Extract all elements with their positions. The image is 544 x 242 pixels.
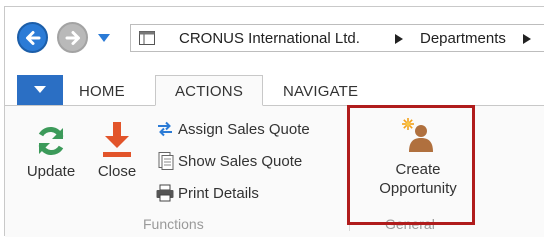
assign-sales-quote-label: Assign Sales Quote	[178, 120, 310, 138]
chevron-down-icon	[34, 86, 46, 93]
group-label-functions: Functions	[143, 216, 204, 232]
tab-actions[interactable]: ACTIONS	[155, 75, 263, 106]
ribbon-tabs: HOME ACTIONS NAVIGATE	[5, 63, 544, 106]
printer-icon	[156, 184, 174, 202]
tab-home[interactable]: HOME	[79, 83, 125, 100]
triangle-right-icon	[395, 34, 403, 44]
tab-navigate[interactable]: NAVIGATE	[283, 83, 358, 100]
close-button[interactable]: Close	[93, 118, 141, 180]
forward-button[interactable]	[57, 22, 88, 53]
address-toolbar: CRONUS International Ltd. Departments	[5, 7, 544, 63]
app-menu-button[interactable]	[17, 75, 63, 105]
assign-sales-quote-button[interactable]: Assign Sales Quote	[155, 118, 310, 140]
triangle-right-icon	[523, 34, 531, 44]
update-label: Update	[26, 163, 76, 180]
show-sales-quote-label: Show Sales Quote	[178, 152, 303, 170]
refresh-icon	[38, 127, 64, 155]
breadcrumb-item-departments[interactable]: Departments	[420, 30, 506, 47]
history-dropdown[interactable]	[96, 31, 112, 45]
document-icon	[158, 152, 174, 170]
back-arrow-icon	[25, 30, 40, 45]
page-icon	[139, 31, 155, 45]
assign-icon	[158, 121, 172, 137]
back-button[interactable]	[17, 22, 48, 53]
print-details-label: Print Details	[178, 184, 259, 202]
chevron-down-icon	[98, 34, 110, 42]
highlight-box	[347, 105, 475, 225]
print-details-button[interactable]: Print Details	[155, 182, 259, 204]
breadcrumb-item-company[interactable]: CRONUS International Ltd.	[179, 30, 360, 47]
show-sales-quote-button[interactable]: Show Sales Quote	[155, 150, 302, 172]
breadcrumb[interactable]: CRONUS International Ltd. Departments	[130, 24, 544, 52]
forward-arrow-icon	[65, 30, 80, 45]
close-label: Close	[97, 163, 137, 180]
update-button[interactable]: Update	[21, 118, 81, 180]
close-arrow-icon	[103, 122, 131, 157]
tab-actions-label: ACTIONS	[174, 83, 244, 100]
